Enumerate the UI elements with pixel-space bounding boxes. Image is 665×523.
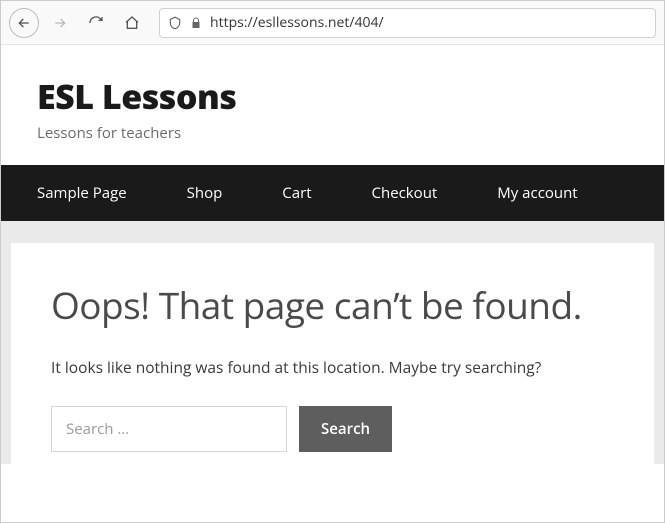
- content-area: Oops! That page can’t be found. It looks…: [1, 221, 664, 464]
- reload-icon: [88, 15, 104, 31]
- search-input[interactable]: [51, 406, 287, 452]
- back-button[interactable]: [9, 8, 39, 38]
- arrow-left-icon: [16, 15, 32, 31]
- site-tagline: Lessons for teachers: [37, 123, 628, 143]
- site-title[interactable]: ESL Lessons: [37, 73, 628, 119]
- reload-button[interactable]: [81, 8, 111, 38]
- arrow-right-icon: [52, 15, 68, 31]
- page: ESL Lessons Lessons for teachers Sample …: [1, 45, 664, 464]
- search-form: Search: [51, 406, 614, 452]
- error-message: It looks like nothing was found at this …: [51, 356, 614, 378]
- shield-icon: [168, 16, 182, 30]
- address-bar[interactable]: [159, 8, 656, 38]
- home-button[interactable]: [117, 8, 147, 38]
- forward-button: [45, 8, 75, 38]
- lock-icon: [190, 17, 202, 29]
- url-input[interactable]: [210, 13, 647, 32]
- error-heading: Oops! That page can’t be found.: [51, 279, 614, 330]
- nav-item-my-account[interactable]: My account: [467, 165, 607, 221]
- nav-item-sample-page[interactable]: Sample Page: [7, 165, 157, 221]
- nav-item-shop[interactable]: Shop: [157, 165, 253, 221]
- nav-item-checkout[interactable]: Checkout: [342, 165, 468, 221]
- search-button[interactable]: Search: [299, 406, 392, 452]
- main-nav: Sample Page Shop Cart Checkout My accoun…: [1, 165, 664, 221]
- home-icon: [124, 15, 140, 31]
- browser-toolbar: [1, 1, 664, 45]
- site-header: ESL Lessons Lessons for teachers: [1, 45, 664, 165]
- nav-item-cart[interactable]: Cart: [252, 165, 341, 221]
- error-card: Oops! That page can’t be found. It looks…: [11, 243, 654, 464]
